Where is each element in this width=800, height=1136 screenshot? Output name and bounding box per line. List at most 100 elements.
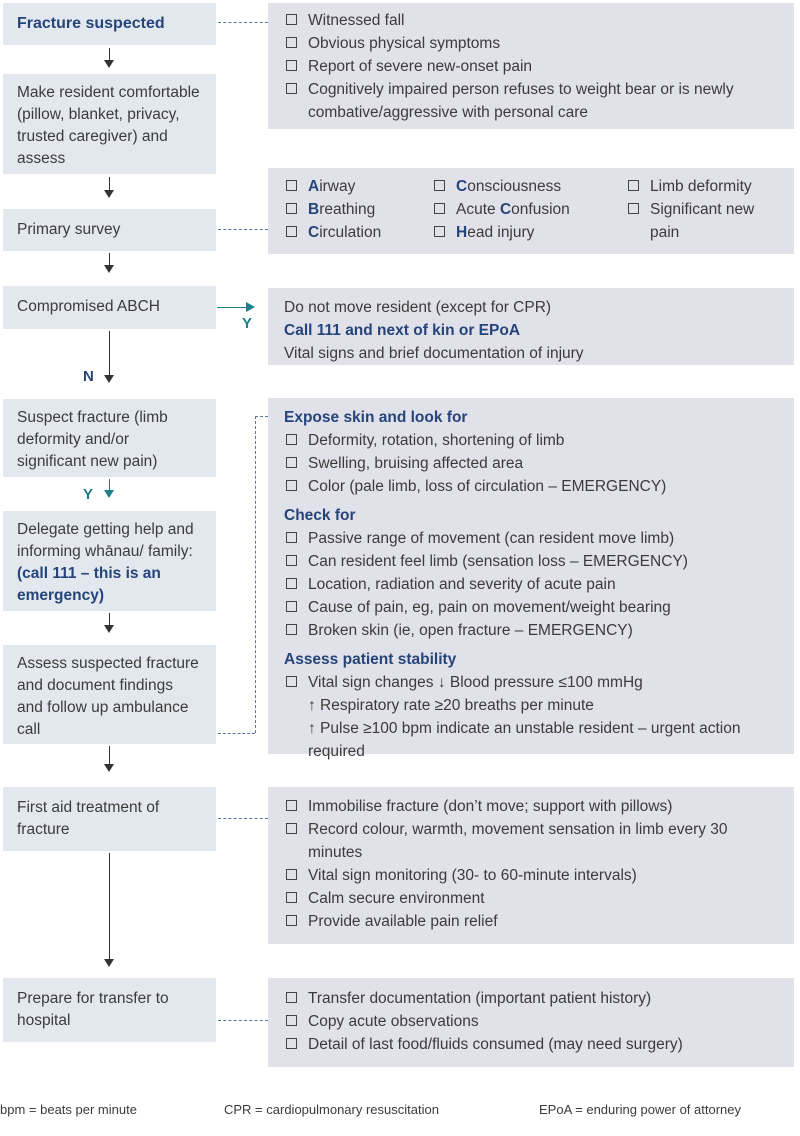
checkbox[interactable] <box>286 457 297 468</box>
checkbox[interactable] <box>286 624 297 635</box>
checklist-item[interactable]: Consciousness <box>432 175 626 198</box>
footnote-epoa: EPoA = enduring power of attorney <box>539 1102 741 1117</box>
abch-initial: B <box>308 201 320 218</box>
checklist-item-text: reathing <box>319 201 376 218</box>
no-label: N <box>83 368 94 385</box>
checklist-item[interactable]: Can resident feel limb (sensation loss –… <box>284 550 778 573</box>
checklist-item[interactable]: Calm secure environment <box>284 887 778 910</box>
checklist-item-text: Vital sign monitoring (30- to 60-minute … <box>308 867 637 884</box>
yes-label: Y <box>242 315 253 332</box>
stability-respiratory: ↑ Respiratory rate ≥20 breaths per minut… <box>308 697 594 714</box>
checkbox[interactable] <box>286 601 297 612</box>
step-delegate-help-label: Delegate getting help and informing whān… <box>17 521 194 560</box>
checklist-item[interactable]: Cognitively impaired person refuses to w… <box>284 78 778 124</box>
checkbox[interactable] <box>286 434 297 445</box>
checkbox[interactable] <box>286 480 297 491</box>
checklist-item-text: Can resident feel limb (sensation loss –… <box>308 553 688 570</box>
checkbox[interactable] <box>434 203 445 214</box>
first-aid-checklist: Immobilise fracture (don’t move; support… <box>268 787 794 944</box>
action-do-not-move: Do not move resident (except for CPR) <box>284 299 552 316</box>
connector-line <box>109 746 110 766</box>
checklist-item[interactable]: Transfer documentation (important patien… <box>284 987 778 1010</box>
section-heading-check: Check for <box>284 507 356 524</box>
transfer-checklist: Transfer documentation (important patien… <box>268 978 794 1067</box>
step-compromised-abch-label: Compromised ABCH <box>17 298 160 315</box>
checklist-item[interactable]: Detail of last food/fluids consumed (may… <box>284 1033 778 1056</box>
checklist-item[interactable]: Vital sign monitoring (30- to 60-minute … <box>284 864 778 887</box>
checkbox[interactable] <box>286 14 297 25</box>
checkbox[interactable] <box>434 180 445 191</box>
checkbox[interactable] <box>286 60 297 71</box>
checklist-item[interactable]: Copy acute observations <box>284 1010 778 1033</box>
checklist-item-text: Deformity, rotation, shortening of limb <box>308 432 565 449</box>
arrow-down-icon <box>104 60 114 68</box>
checklist-item[interactable]: Limb deformity <box>626 175 776 198</box>
abch-initial: C <box>499 201 512 218</box>
section-heading-stability: Assess patient stability <box>284 651 457 668</box>
arrow-down-icon <box>104 490 114 498</box>
yes-label: Y <box>83 486 94 503</box>
checkbox[interactable] <box>286 555 297 566</box>
checklist-item[interactable]: Record colour, warmth, movement sensatio… <box>284 818 778 864</box>
checkbox[interactable] <box>286 892 297 903</box>
checklist-item[interactable]: Cause of pain, eg, pain on movement/weig… <box>284 596 778 619</box>
step-primary-survey: Primary survey <box>3 209 216 251</box>
step-first-aid: First aid treatment of fracture <box>3 787 216 851</box>
checklist-item[interactable]: Broken skin (ie, open fracture – EMERGEN… <box>284 619 778 642</box>
checkbox[interactable] <box>628 203 639 214</box>
checklist-item-text: Cognitively impaired person refuses to w… <box>308 81 734 121</box>
abch-initial: C <box>308 224 320 241</box>
checklist-item-text: Vital sign changes ↓ Blood pressure ≤100… <box>308 674 643 691</box>
checklist-item-text: Detail of last food/fluids consumed (may… <box>308 1036 683 1053</box>
dashed-connector <box>255 416 268 417</box>
checkbox[interactable] <box>286 869 297 880</box>
footnote-bpm: bpm = beats per minute <box>0 1102 137 1117</box>
checkbox[interactable] <box>286 180 297 191</box>
checkbox[interactable] <box>286 532 297 543</box>
dashed-connector <box>255 416 256 733</box>
checkbox[interactable] <box>286 915 297 926</box>
checkbox[interactable] <box>286 37 297 48</box>
checklist-item[interactable]: Airway <box>284 175 432 198</box>
checkbox[interactable] <box>286 578 297 589</box>
checklist-item[interactable]: Acute Confusion <box>432 198 626 221</box>
checkbox[interactable] <box>286 992 297 1003</box>
checklist-item[interactable]: Significant new pain <box>626 198 776 244</box>
checkbox[interactable] <box>286 1015 297 1026</box>
section-heading-expose: Expose skin and look for <box>284 409 468 426</box>
checklist-item[interactable]: Immobilise fracture (don’t move; support… <box>284 795 778 818</box>
checkbox[interactable] <box>434 226 445 237</box>
step-make-comfortable: Make resident comfortable (pillow, blank… <box>3 74 216 174</box>
checklist-item-text: Limb deformity <box>650 178 752 195</box>
dashed-connector <box>218 733 255 734</box>
checklist-item[interactable]: Swelling, bruising affected area <box>284 452 778 475</box>
checklist-item-text: Provide available pain relief <box>308 913 498 930</box>
connector-line <box>109 853 110 961</box>
abch-checklist: Airway Breathing Circulation Consciousne… <box>268 168 794 254</box>
checklist-item[interactable]: Deformity, rotation, shortening of limb <box>284 429 778 452</box>
checklist-item[interactable]: Location, radiation and severity of acut… <box>284 573 778 596</box>
checklist-item-text: Calm secure environment <box>308 890 485 907</box>
checklist-item[interactable]: Vital sign changes ↓ Blood pressure ≤100… <box>284 671 778 694</box>
checkbox[interactable] <box>628 180 639 191</box>
checklist-item[interactable]: Provide available pain relief <box>284 910 778 933</box>
checklist-item[interactable]: Breathing <box>284 198 432 221</box>
checkbox[interactable] <box>286 83 297 94</box>
checklist-item[interactable]: Obvious physical symptoms <box>284 32 778 55</box>
checklist-item[interactable]: Passive range of movement (can resident … <box>284 527 778 550</box>
arrow-down-icon <box>104 625 114 633</box>
checkbox[interactable] <box>286 800 297 811</box>
abch-initial: A <box>308 178 320 195</box>
checklist-item[interactable]: Head injury <box>432 221 626 244</box>
checklist-item[interactable]: Witnessed fall <box>284 9 778 32</box>
checklist-item[interactable]: Color (pale limb, loss of circulation – … <box>284 475 778 498</box>
checkbox[interactable] <box>286 823 297 834</box>
checklist-item[interactable]: Report of severe new-onset pain <box>284 55 778 78</box>
checkbox[interactable] <box>286 676 297 687</box>
checkbox[interactable] <box>286 226 297 237</box>
arrow-down-icon <box>104 190 114 198</box>
step-suspect-fracture: Suspect fracture (limb deformity and/or … <box>3 399 216 477</box>
checklist-item[interactable]: Circulation <box>284 221 432 244</box>
checkbox[interactable] <box>286 1038 297 1049</box>
checkbox[interactable] <box>286 203 297 214</box>
